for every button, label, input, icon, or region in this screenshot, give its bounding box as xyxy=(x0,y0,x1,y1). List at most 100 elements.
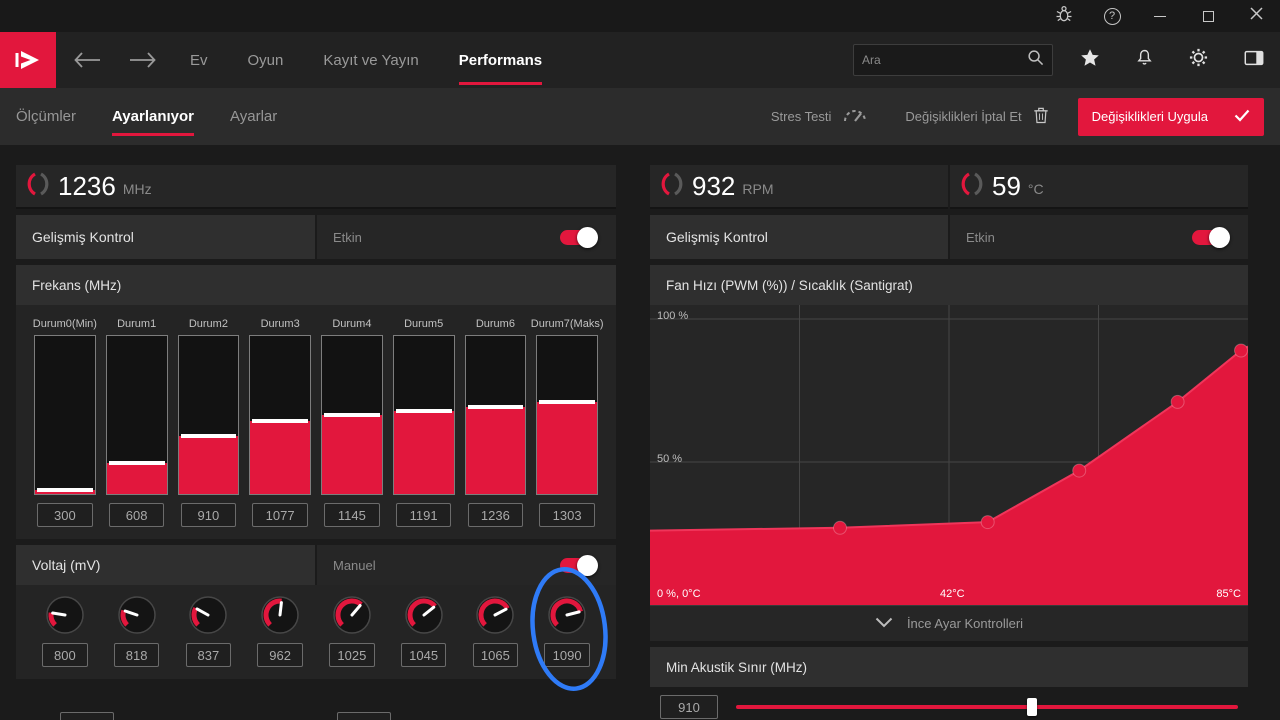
frequency-value-box[interactable]: 1191 xyxy=(395,503,452,527)
nav-tab-performans[interactable]: Performans xyxy=(458,32,543,88)
discard-changes-label: Değişiklikleri İptal Et xyxy=(905,109,1022,124)
voltage-value-box[interactable]: 800 xyxy=(42,643,88,667)
check-icon xyxy=(1234,109,1250,125)
partial-value-box[interactable] xyxy=(337,712,391,720)
voltage-value-box[interactable]: 837 xyxy=(185,643,232,667)
frequency-state-label: Durum3 xyxy=(260,318,300,330)
voltage-value-box[interactable]: 1090 xyxy=(544,643,590,667)
voltage-value-box[interactable]: 818 xyxy=(113,643,160,667)
frequency-value-box[interactable]: 608 xyxy=(108,503,165,527)
help-button[interactable]: ? xyxy=(1088,0,1136,32)
frequency-bar[interactable] xyxy=(105,335,168,495)
frequency-state-label: Durum6 xyxy=(475,318,515,330)
frequency-bar[interactable] xyxy=(249,335,311,495)
sub-tab-ayarlaniyor[interactable]: Ayarlanıyor xyxy=(112,88,194,145)
min-acoustic-title: Min Akustik Sınır (MHz) xyxy=(650,647,1248,687)
search-input[interactable] xyxy=(862,53,1021,67)
nav-tab-oyun[interactable]: Oyun xyxy=(248,32,284,88)
fine-tuning-controls-button[interactable]: İnce Ayar Kontrolleri xyxy=(650,605,1248,641)
fan-curve-point[interactable] xyxy=(833,520,847,535)
voltage-knob[interactable] xyxy=(45,595,85,635)
fan-curve-point[interactable] xyxy=(1072,463,1087,478)
frequency-bar-marker[interactable] xyxy=(395,409,452,414)
slider-handle[interactable] xyxy=(1027,698,1038,716)
voltage-knob[interactable] xyxy=(475,595,515,635)
voltage-knob[interactable] xyxy=(404,595,444,635)
fan-advanced-control-toggle[interactable] xyxy=(1192,226,1230,248)
frequency-state-column: Durum5 1191 xyxy=(392,313,455,527)
favorites-button[interactable] xyxy=(1079,47,1101,74)
frequency-state-label: Durum5 xyxy=(404,318,444,330)
search-icon xyxy=(1027,49,1044,71)
frequency-bar[interactable] xyxy=(392,335,455,495)
frequency-bar-marker[interactable] xyxy=(37,487,93,492)
fan-curve-point[interactable] xyxy=(980,515,995,530)
gpu-advanced-control-state: Etkin xyxy=(333,229,362,245)
settings-button[interactable] xyxy=(1188,47,1209,73)
close-button[interactable] xyxy=(1232,0,1280,32)
maximize-icon xyxy=(1202,10,1214,22)
minimize-button[interactable] xyxy=(1136,0,1184,32)
frequency-bar[interactable] xyxy=(536,335,598,495)
fan-headers: 932 RPM 59 °C xyxy=(650,165,1248,209)
voltage-knob-column: 1090 xyxy=(536,595,598,667)
notifications-button[interactable] xyxy=(1134,47,1155,73)
voltage-knob[interactable] xyxy=(188,595,228,635)
back-button[interactable] xyxy=(74,52,100,68)
star-icon xyxy=(1079,47,1101,74)
min-acoustic-row: 910 xyxy=(650,695,1248,719)
amd-radeon-logo[interactable] xyxy=(0,32,56,88)
sub-tab-ayarlar[interactable]: Ayarlar xyxy=(230,88,277,145)
frequency-bar[interactable] xyxy=(177,335,240,495)
voltage-manual-toggle[interactable] xyxy=(560,554,598,576)
maximize-button[interactable] xyxy=(1184,0,1232,32)
fan-tuning-panel: 932 RPM 59 °C Gelişmiş Kontrol Etkin Fan… xyxy=(650,165,1248,720)
frequency-section-title: Frekans (MHz) xyxy=(16,265,616,305)
fan-curve-point[interactable] xyxy=(1234,343,1248,358)
frequency-bar-marker[interactable] xyxy=(252,419,308,424)
frequency-bar-marker[interactable] xyxy=(324,413,380,418)
discard-changes-button[interactable]: Değişiklikleri İptal Et xyxy=(905,105,1049,128)
apply-changes-button[interactable]: Değişiklikleri Uygula xyxy=(1077,97,1264,136)
frequency-bar[interactable] xyxy=(464,335,527,495)
partial-value-box[interactable] xyxy=(60,712,114,720)
sub-tab-olcumler[interactable]: Ölçümler xyxy=(16,88,76,145)
search-box[interactable] xyxy=(853,44,1053,76)
fine-tuning-label: İnce Ayar Kontrolleri xyxy=(906,616,1024,631)
nav-tab-kayit-ve-yayin[interactable]: Kayıt ve Yayın xyxy=(323,32,418,88)
gpu-advanced-control-toggle[interactable] xyxy=(560,226,598,248)
frequency-state-column: Durum2 910 xyxy=(177,313,240,527)
fan-curve-point[interactable] xyxy=(1170,394,1185,409)
frequency-bar-marker[interactable] xyxy=(467,405,524,410)
frequency-value-box[interactable]: 1303 xyxy=(539,503,595,527)
frequency-value-box[interactable]: 1236 xyxy=(467,503,524,527)
forward-button[interactable] xyxy=(130,52,156,68)
voltage-value-box[interactable]: 1025 xyxy=(329,643,375,667)
frequency-value-box[interactable]: 300 xyxy=(37,503,93,527)
frequency-value-box[interactable]: 910 xyxy=(180,503,237,527)
frequency-bar-marker[interactable] xyxy=(108,460,165,465)
fan-curve-chart[interactable]: 100 % 50 % 0 %, 0°C 42°C 85°C xyxy=(650,305,1248,605)
stress-test-button[interactable]: Stres Testi xyxy=(771,106,869,127)
voltage-value-box[interactable]: 1045 xyxy=(400,643,447,667)
bug-report-button[interactable] xyxy=(1040,0,1088,32)
voltage-knob[interactable] xyxy=(547,595,587,635)
overlay-panel-button[interactable] xyxy=(1242,47,1266,74)
voltage-knob[interactable] xyxy=(332,595,372,635)
frequency-bar-marker[interactable] xyxy=(180,434,237,439)
nav-tab-ev[interactable]: Ev xyxy=(190,32,208,88)
voltage-value-box[interactable]: 1065 xyxy=(472,643,519,667)
minimize-icon xyxy=(1154,15,1166,17)
fan-advanced-control-row: Gelişmiş Kontrol Etkin xyxy=(650,215,1248,259)
voltage-value-box[interactable]: 962 xyxy=(257,643,303,667)
min-acoustic-slider[interactable] xyxy=(736,695,1238,719)
gpu-clock-header: 1236 MHz xyxy=(16,165,616,209)
frequency-bar[interactable] xyxy=(34,335,96,495)
voltage-knob[interactable] xyxy=(260,595,300,635)
voltage-knob[interactable] xyxy=(117,595,157,635)
min-acoustic-value-box[interactable]: 910 xyxy=(660,695,718,719)
frequency-value-box[interactable]: 1145 xyxy=(324,503,380,527)
frequency-value-box[interactable]: 1077 xyxy=(252,503,308,527)
frequency-bar-marker[interactable] xyxy=(539,399,595,404)
frequency-bar[interactable] xyxy=(321,335,383,495)
